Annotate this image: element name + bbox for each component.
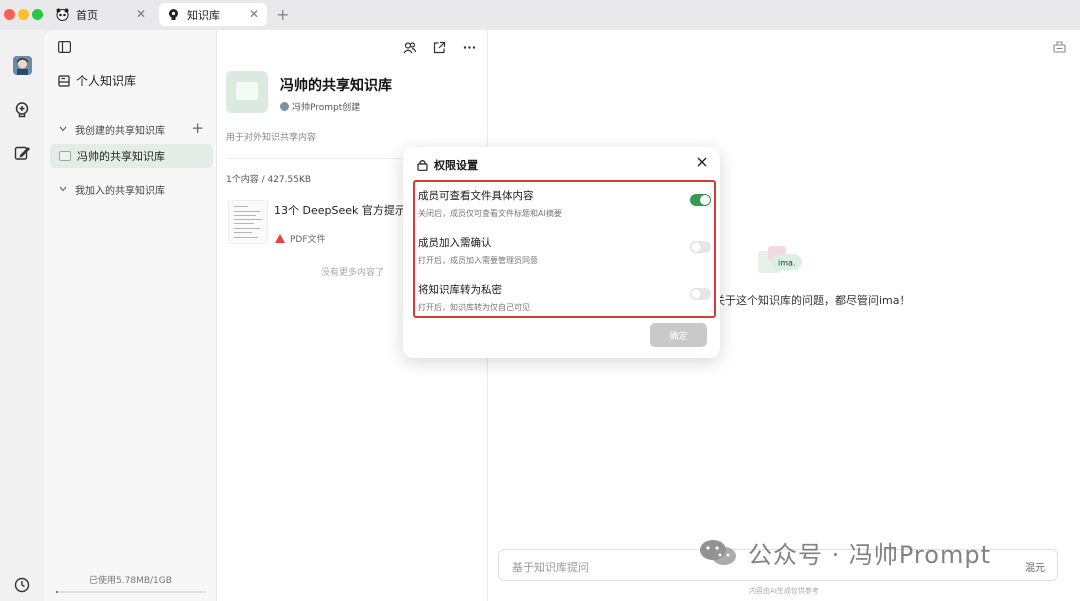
lightbulb-plus-icon[interactable]: [12, 100, 32, 120]
storage-usage-fill: [56, 591, 58, 593]
add-kb-button[interactable]: +: [191, 119, 204, 137]
chevron-down-icon: [59, 185, 67, 195]
storage-usage-bar: [56, 591, 206, 593]
kb-description: 用于对外知识共享内容: [226, 133, 317, 143]
permission-desc: 关闭后，成员仅可查看文件标题和AI摘要: [418, 209, 562, 218]
tab-knowledge-base-label: 知识库: [187, 8, 220, 22]
permission-options-group: 成员可查看文件具体内容 关闭后，成员仅可查看文件标题和AI摘要 成员加入需确认 …: [413, 180, 716, 318]
edit-icon[interactable]: [12, 143, 32, 163]
sidebar: 个人知识库 我创建的共享知识库 + 冯帅的共享知识库 我加入的共享知识库 已使用…: [44, 30, 217, 601]
permission-desc: 打开后，成员加入需要管理员同意: [418, 256, 538, 265]
watermark-text: 公众号 · 冯帅Prompt: [748, 541, 991, 569]
permission-join-confirm: 成员加入需确认 打开后，成员加入需要管理员同意: [418, 235, 713, 266]
sidebar-section-label: 我加入的共享知识库: [75, 186, 165, 197]
storage-usage-text: 已使用5.78MB/1GB: [89, 576, 172, 586]
more-icon[interactable]: [462, 40, 476, 54]
new-tab-button[interactable]: +: [276, 5, 289, 24]
sidebar-item-shared-kb[interactable]: 冯帅的共享知识库: [50, 144, 213, 168]
chevron-down-icon: [59, 125, 67, 135]
members-icon[interactable]: [402, 40, 416, 54]
window-zoom-button[interactable]: [32, 9, 43, 20]
permission-title: 成员加入需确认: [418, 237, 492, 249]
panda-icon: [56, 8, 69, 21]
wechat-icon: [698, 538, 738, 568]
tab-knowledge-base-close-icon[interactable]: ✕: [249, 7, 259, 21]
book-icon: [58, 74, 70, 87]
pdf-icon: [275, 234, 285, 243]
export-icon[interactable]: [1053, 40, 1066, 53]
sidebar-item-label: 个人知识库: [76, 74, 137, 88]
share-icon[interactable]: [432, 40, 446, 54]
permission-view-content: 成员可查看文件具体内容 关闭后，成员仅可查看文件标题和AI摘要: [418, 188, 713, 219]
view-content-toggle[interactable]: [690, 194, 711, 206]
clock-icon[interactable]: [12, 575, 32, 595]
dialog-header: 权限设置: [417, 157, 478, 173]
ima-logo: ima.: [758, 246, 804, 276]
file-type-label: PDF文件: [290, 235, 326, 245]
window-close-button[interactable]: [4, 9, 15, 20]
sidebar-toggle-icon[interactable]: [58, 41, 72, 54]
file-type: PDF文件: [275, 232, 326, 245]
permission-title: 将知识库转为私密: [418, 284, 502, 296]
tab-home[interactable]: 首页 ✕: [48, 3, 154, 26]
ima-hint: 关于这个知识库的问题，都尽管问ima！: [714, 294, 911, 307]
close-icon[interactable]: [696, 156, 708, 168]
file-thumbnail[interactable]: [228, 200, 268, 244]
permission-desc: 打开后，知识库转为仅自己可见: [418, 303, 530, 312]
author-avatar: [280, 102, 289, 111]
join-confirm-toggle[interactable]: [690, 241, 711, 253]
lightbulb-icon: [167, 8, 180, 21]
kb-title: 冯帅的共享知识库: [280, 78, 392, 94]
avatar[interactable]: [13, 56, 32, 75]
sidebar-item-label: 冯帅的共享知识库: [77, 150, 165, 163]
watermark: 公众号 · 冯帅Prompt: [698, 535, 991, 570]
permission-private: 将知识库转为私密 打开后，知识库转为仅自己可见: [418, 282, 713, 313]
lock-icon: [417, 159, 428, 171]
ai-disclaimer: 内容由AI生成仅供参考: [749, 587, 819, 595]
dialog-title: 权限设置: [434, 159, 478, 172]
kb-author: 冯帅Prompt创建: [280, 100, 360, 113]
kb-cover-image: [226, 71, 268, 113]
tab-home-label: 首页: [76, 8, 98, 22]
ima-logo-text: ima.: [778, 259, 795, 268]
sidebar-section-label: 我创建的共享知识库: [75, 126, 165, 137]
kb-author-label: 冯帅Prompt创建: [292, 103, 361, 113]
window-minimize-button[interactable]: [18, 9, 29, 20]
sidebar-section-created[interactable]: 我创建的共享知识库: [59, 122, 165, 137]
permission-settings-dialog: 权限设置 成员可查看文件具体内容 关闭后，成员仅可查看文件标题和AI摘要 成员加…: [403, 147, 720, 358]
sidebar-section-joined[interactable]: 我加入的共享知识库: [59, 182, 165, 197]
file-name[interactable]: 13个 DeepSeek 官方提示词: [274, 202, 417, 218]
confirm-button[interactable]: 确定: [650, 323, 707, 347]
private-toggle[interactable]: [690, 288, 711, 300]
icon-rail: [0, 30, 44, 601]
sidebar-item-personal-kb[interactable]: 个人知识库: [58, 72, 136, 89]
ask-placeholder: 基于知识库提问: [512, 561, 589, 574]
permission-title: 成员可查看文件具体内容: [418, 190, 534, 202]
title-bar: 首页 ✕ 知识库 ✕ +: [0, 0, 1080, 30]
model-selector[interactable]: 混元: [1025, 559, 1045, 574]
kb-content-count: 1个内容 / 427.55KB: [226, 175, 312, 185]
tab-knowledge-base[interactable]: 知识库 ✕: [159, 3, 267, 26]
kb-icon: [59, 151, 71, 161]
tab-home-close-icon[interactable]: ✕: [136, 7, 146, 21]
